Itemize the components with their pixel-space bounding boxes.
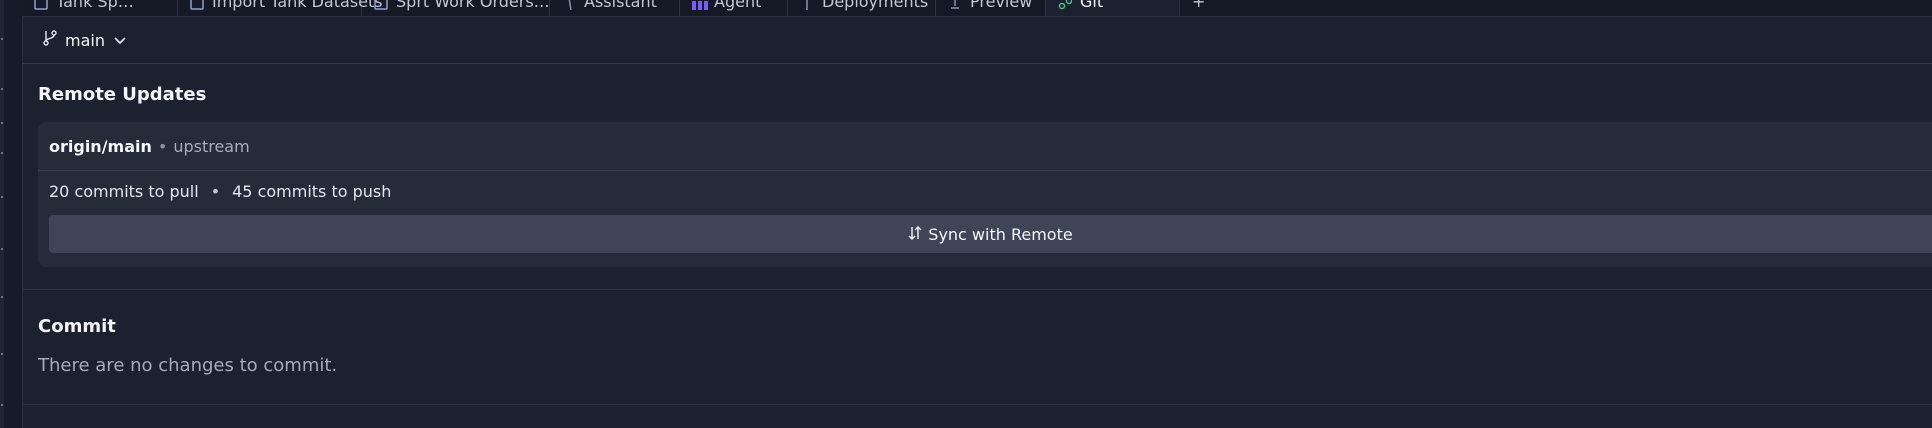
remote-separator: •	[157, 136, 168, 156]
tab-label: Preview	[970, 0, 1033, 11]
git-branch-icon	[43, 30, 57, 50]
tab-label: Tank Sp…	[56, 0, 134, 11]
rail-tick	[1, 296, 3, 298]
assistant-icon	[562, 0, 576, 11]
rail-tick	[1, 122, 3, 124]
no-changes-message: There are no changes to commit.	[38, 355, 338, 376]
section-divider	[22, 289, 1932, 290]
sync-arrows-icon	[908, 225, 922, 244]
pull-count: 20 commits to pull	[49, 182, 199, 201]
rail-tick	[1, 353, 3, 355]
tab-label: Import Tank Datasets	[212, 0, 383, 11]
section-divider	[22, 404, 1932, 405]
left-rail	[0, 0, 23, 428]
branch-selector[interactable]: main	[43, 30, 127, 50]
tab-agent[interactable]: Agent	[680, 0, 788, 16]
agent-icon	[692, 0, 708, 10]
sync-label: Sync with Remote	[928, 224, 1073, 244]
rail-tick	[1, 196, 3, 198]
remote-stats: 20 commits to pull • 45 commits to push	[49, 182, 391, 201]
git-icon	[1058, 0, 1073, 10]
file-icon	[374, 0, 388, 10]
preview-icon	[948, 0, 962, 9]
add-tab-label: +	[1192, 0, 1206, 11]
add-tab-button[interactable]: +	[1180, 0, 1220, 16]
branch-name: main	[65, 30, 105, 50]
tab-import-tank-datasets[interactable]: Import Tank Datasets	[178, 0, 383, 16]
sync-with-remote-button[interactable]: Sync with Remote	[49, 215, 1932, 253]
remote-kind: upstream	[173, 136, 250, 156]
chevron-down-icon	[113, 31, 127, 50]
push-count: 45 commits to push	[232, 182, 392, 201]
tab-label: Assistant	[584, 0, 657, 11]
rail-tick	[1, 404, 3, 406]
rail-tick	[1, 88, 3, 90]
remote-header: origin/main • upstream	[38, 122, 1932, 171]
tab-deployments[interactable]: Deployments	[788, 0, 936, 16]
file-icon	[34, 0, 48, 10]
tab-bar: Tank Sp… Import Tank Datasets Sprt Work …	[22, 0, 1932, 17]
file-icon	[190, 0, 204, 10]
tab-assistant[interactable]: Assistant	[550, 0, 680, 16]
branch-bar: main	[22, 17, 1932, 64]
deploy-icon	[800, 0, 814, 10]
rail-tick	[1, 152, 3, 154]
tab-work-orders[interactable]: Sprt Work Orders…	[362, 0, 550, 16]
tab-label: Deployments	[822, 0, 929, 11]
remote-updates-title: Remote Updates	[38, 84, 207, 105]
tab-git[interactable]: Git	[1046, 0, 1180, 16]
tab-tank-splits[interactable]: Tank Sp…	[22, 0, 178, 16]
left-rail-strip	[0, 0, 4, 428]
commit-title: Commit	[38, 316, 116, 337]
tab-label: Agent	[714, 0, 762, 11]
tab-label: Sprt Work Orders…	[396, 0, 550, 11]
tab-preview[interactable]: Preview	[936, 0, 1046, 16]
remote-name: origin/main	[49, 136, 152, 156]
rail-tick	[1, 38, 3, 40]
stats-separator: •	[210, 182, 221, 201]
rail-tick	[1, 248, 3, 250]
remote-card: origin/main • upstream 20 commits to pul…	[38, 122, 1932, 267]
tab-label: Git	[1080, 0, 1104, 11]
